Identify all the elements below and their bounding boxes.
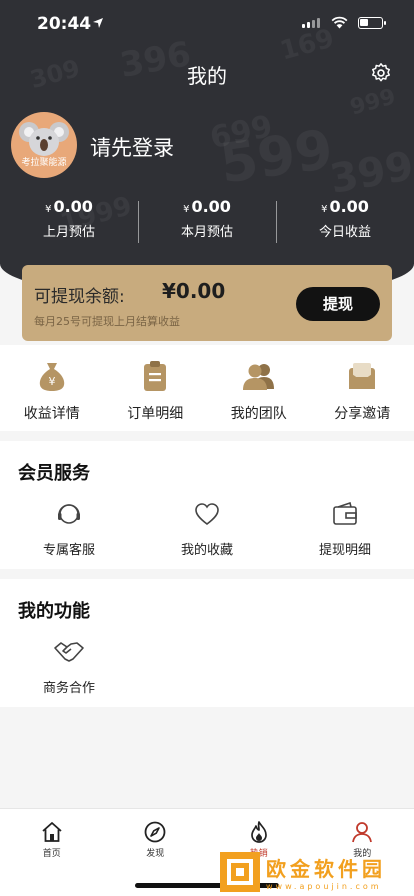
quick-item-order-detail[interactable]: 订单明细 (104, 345, 208, 431)
function-item-business-cooperation[interactable]: 商务合作 (0, 637, 138, 696)
wifi-icon (331, 16, 348, 29)
service-item-label: 我的收藏 (180, 543, 233, 558)
avatar-tag: 考拉聚能源 (21, 158, 67, 168)
heart-icon (195, 503, 219, 526)
avatar[interactable]: 考拉聚能源 (11, 112, 77, 178)
headset-icon (58, 504, 80, 524)
tab-label: 发现 (146, 849, 165, 859)
service-item-customer-service[interactable]: 专属客服 (0, 499, 138, 558)
watermark: 欧金软件园 www.apoujin.com (220, 850, 406, 894)
balance-amount: ¥0.00 (162, 279, 226, 303)
stat-label: 本月预估 (180, 225, 233, 240)
tab-home[interactable]: 首页 (0, 809, 104, 896)
section-title: 我的功能 (18, 601, 90, 622)
koala-avatar-icon (19, 122, 69, 156)
service-item-favorites[interactable]: 我的收藏 (138, 499, 276, 558)
section-title: 会员服务 (18, 463, 90, 484)
stat-today[interactable]: ¥0.00 今日收益 (276, 197, 414, 245)
quick-item-share-invite[interactable]: 分享邀请 (311, 345, 414, 431)
compass-icon (144, 821, 166, 843)
status-time: 20:44 (37, 14, 92, 34)
quick-item-my-team[interactable]: 我的团队 (207, 345, 311, 431)
watermark-url: www.apoujin.com (266, 882, 382, 891)
svg-text:¥: ¥ (48, 375, 55, 388)
balance-label: 可提现余额: (34, 287, 125, 307)
stat-amount: 0.00 (191, 197, 231, 216)
battery-icon (358, 17, 386, 29)
location-arrow-icon (93, 18, 103, 28)
withdraw-button[interactable]: 提现 (296, 287, 380, 321)
quick-item-label: 分享邀请 (334, 406, 391, 422)
stat-amount: 0.00 (329, 197, 369, 216)
handshake-icon (54, 642, 84, 662)
page-title: 我的 (187, 64, 227, 88)
stat-label: 今日收益 (318, 225, 371, 240)
quick-actions: ¥ 收益详情 订单明细 我的团队 分享邀请 (0, 345, 414, 431)
service-item-withdraw-detail[interactable]: 提现明细 (276, 499, 414, 558)
quick-item-label: 我的团队 (230, 406, 287, 422)
home-icon (42, 822, 62, 842)
watermark-logo-icon (220, 852, 260, 892)
service-item-label: 提现明细 (318, 543, 371, 558)
invite-envelope-icon (349, 363, 376, 389)
balance-note: 每月25号可提现上月结算收益 (34, 315, 180, 328)
money-bag-icon: ¥ (39, 363, 64, 391)
wallet-icon (333, 502, 357, 525)
watermark-text: 欧金软件园 (266, 857, 386, 881)
flame-icon (250, 821, 267, 843)
withdrawable-balance-card: 可提现余额: ¥0.00 每月25号可提现上月结算收益 提现 (22, 265, 392, 341)
my-functions-section: 我的功能 商务合作 (0, 579, 414, 707)
login-prompt[interactable]: 请先登录 (90, 132, 174, 162)
quick-item-earnings-detail[interactable]: ¥ 收益详情 (0, 345, 104, 431)
currency-symbol: ¥ (45, 204, 52, 215)
cellular-signal-icon (302, 18, 320, 28)
currency-symbol: ¥ (321, 204, 328, 215)
user-icon (352, 822, 373, 843)
clipboard-icon (144, 361, 167, 391)
team-icon (242, 364, 274, 390)
stat-label: 上月预估 (42, 225, 95, 240)
member-services-section: 会员服务 专属客服 我的收藏 提现明细 (0, 441, 414, 569)
tab-label: 首页 (42, 849, 61, 859)
function-item-label: 商务合作 (42, 681, 95, 696)
stat-last-month[interactable]: ¥0.00 上月预估 (0, 197, 138, 245)
currency-symbol: ¥ (183, 204, 190, 215)
settings-gear-icon[interactable] (370, 62, 392, 84)
quick-item-label: 订单明细 (127, 406, 184, 422)
stat-amount: 0.00 (53, 197, 93, 216)
stat-this-month[interactable]: ¥0.00 本月预估 (138, 197, 276, 245)
quick-item-label: 收益详情 (23, 406, 80, 422)
service-item-label: 专属客服 (42, 543, 95, 558)
status-bar: 20:44 (0, 0, 414, 48)
earnings-stats: ¥0.00 上月预估 ¥0.00 本月预估 ¥0.00 今日收益 (0, 197, 414, 245)
